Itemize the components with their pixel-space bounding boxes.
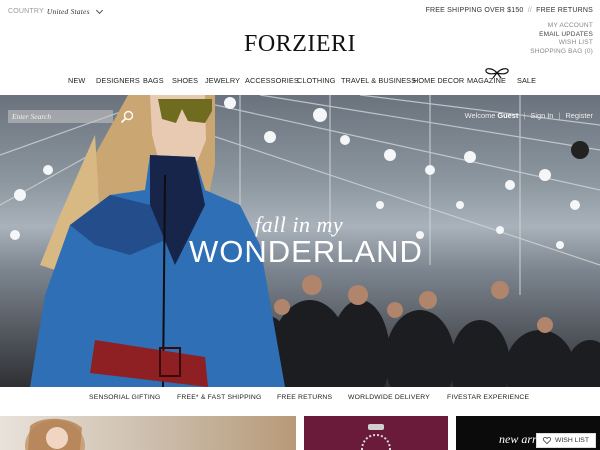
nav-sale[interactable]: SALE [517,76,536,85]
promo-separator: // [527,7,532,14]
promo-tile-3-text: new arr [499,432,537,446]
nav-designers[interactable]: DESIGNERS [96,76,140,85]
handbag-image [361,424,391,450]
main-nav: NEW DESIGNERS BAGS SHOES JEWELRY ACCESSO… [0,76,600,88]
nav-bags[interactable]: BAGS [143,76,164,85]
site-logo[interactable]: FORZIERI [0,31,600,58]
wish-list-button-label: WISH LIST [555,437,589,444]
bow-icon [485,68,509,79]
country-selector[interactable]: COUNTRY United States [8,6,103,16]
benefit-worldwide-delivery[interactable]: WORLDWIDE DELIVERY [348,394,430,401]
nav-clothing[interactable]: CLOTHING [297,76,336,85]
country-value: United States [46,7,90,16]
welcome-user: Guest [497,111,519,120]
promo-returns: FREE RETURNS [536,7,593,14]
welcome-separator-2: | [558,111,561,120]
nav-shoes[interactable]: SHOES [172,76,198,85]
benefit-fivestar-experience[interactable]: FIVESTAR EXPERIENCE [447,394,529,401]
promo-shipping: FREE SHIPPING OVER $150 [425,7,524,14]
nav-home-decor[interactable]: HOME DECOR [413,76,464,85]
hero-tagline-title: WONDERLAND [189,234,423,269]
nav-new[interactable]: NEW [68,76,85,85]
nav-accessories[interactable]: ACCESSORIES [245,76,299,85]
promo-tile-1-photo [25,418,85,450]
search-box [8,109,136,124]
heart-icon [543,437,551,444]
search-icon[interactable] [120,110,134,124]
nav-travel-business[interactable]: TRAVEL & BUSINESS [341,76,416,85]
benefit-sensorial-gifting[interactable]: SENSORIAL GIFTING [89,394,161,401]
promo-tile-1[interactable] [0,416,296,450]
nav-jewelry[interactable]: JEWELRY [205,76,240,85]
wish-list-button[interactable]: WISH LIST [536,433,596,448]
benefits-bar: SENSORIAL GIFTING FREE* & FAST SHIPPING … [0,394,600,406]
promo-banner: FREE SHIPPING OVER $150 // FREE RETURNS [426,7,593,14]
my-account-link[interactable]: MY ACCOUNT [530,22,593,31]
benefit-free-returns[interactable]: FREE RETURNS [277,394,332,401]
sign-in-link[interactable]: Sign In [530,111,553,120]
country-label: COUNTRY [8,8,44,15]
register-link[interactable]: Register [565,111,593,120]
welcome-prefix: Welcome [464,111,496,120]
hero-banner[interactable]: Welcome Guest | Sign In | Register fall … [0,95,600,387]
search-input[interactable] [8,110,113,123]
welcome-separator: | [523,111,526,120]
promo-tile-2[interactable] [304,416,448,450]
benefit-free-fast-shipping[interactable]: FREE* & FAST SHIPPING [177,394,262,401]
welcome-bar: Welcome Guest | Sign In | Register [465,111,593,120]
chevron-down-icon [95,6,103,14]
